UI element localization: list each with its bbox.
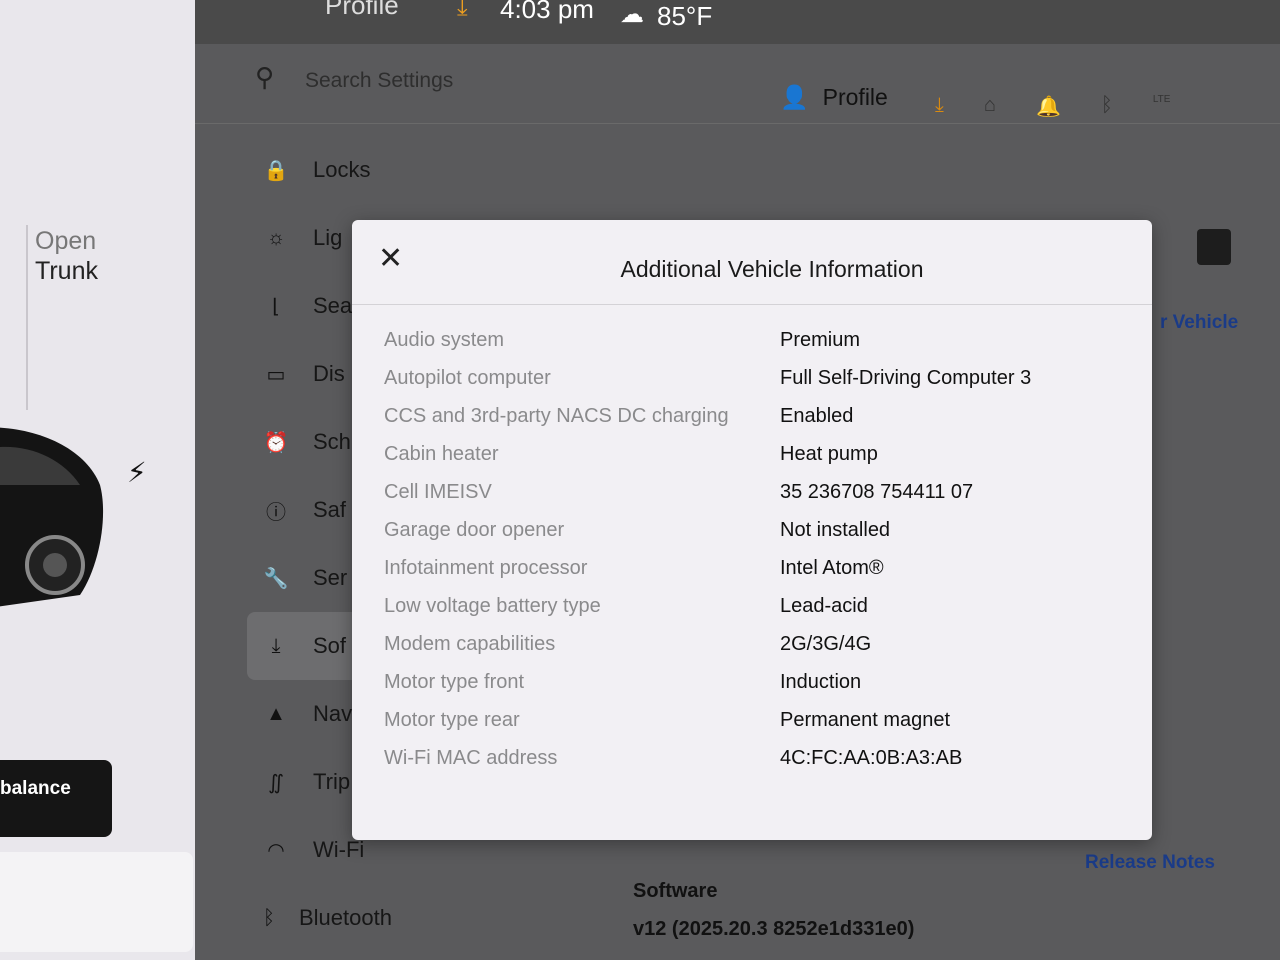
car-image bbox=[0, 427, 104, 607]
open-trunk-button[interactable]: Open Trunk bbox=[35, 226, 98, 286]
info-row: Modem capabilities 2G/3G/4G bbox=[384, 632, 1124, 656]
search-bar: ⚲ 👤 Profile ⤓ ⌂ 🔔 ᛒ LTE bbox=[195, 44, 1280, 124]
nav-label: Sea bbox=[313, 293, 353, 318]
info-value: Heat pump bbox=[780, 443, 878, 465]
info-label: Wi-Fi MAC address bbox=[384, 747, 558, 769]
weather-cloud-icon: ☁ bbox=[620, 1, 644, 28]
nav-label: Lig bbox=[313, 225, 343, 250]
seat-icon: ⌊ bbox=[272, 295, 280, 318]
info-row: Autopilot computer Full Self-Driving Comp… bbox=[384, 366, 1124, 390]
nav-label: Sch bbox=[313, 429, 351, 454]
software-label: Software bbox=[633, 880, 718, 902]
lte-signal-icon: LTE bbox=[1152, 94, 1171, 105]
download-icon[interactable]: ⤓ bbox=[457, 0, 468, 22]
nav-label: Saf bbox=[313, 497, 347, 522]
info-value: Lead-acid bbox=[780, 595, 868, 617]
info-value: Intel Atom® bbox=[780, 557, 884, 579]
info-label: Cell IMEISV bbox=[384, 481, 492, 503]
bluetooth-icon[interactable]: ᛒ bbox=[1101, 94, 1113, 119]
info-row: Audio system Premium bbox=[384, 328, 1124, 352]
info-label: Motor type front bbox=[384, 671, 525, 693]
info-value: Permanent magnet bbox=[780, 709, 951, 731]
info-row: Wi-Fi MAC address 4C:FC:AA:0B:A3:AB bbox=[384, 746, 1124, 770]
info-label: CCS and 3rd-party NACS DC charging bbox=[384, 405, 729, 427]
nav-label: Ser bbox=[313, 565, 348, 590]
nav-label: Locks bbox=[313, 157, 371, 182]
nav-label: Sof bbox=[313, 633, 347, 658]
info-value: 2G/3G/4G bbox=[780, 633, 872, 655]
balance-button[interactable]: balance bbox=[0, 760, 112, 837]
info-value: Enabled bbox=[780, 405, 854, 427]
status-bar: Profile ⤓ 4:03 pm ☁ 85°F bbox=[195, 0, 1280, 44]
modal-title: Additional Vehicle Information bbox=[620, 256, 924, 282]
search-input[interactable] bbox=[305, 66, 605, 96]
alert-icon: ⓘ bbox=[266, 501, 286, 524]
trunk-label: Trunk bbox=[35, 257, 98, 285]
nav-label: Trip bbox=[313, 769, 351, 794]
navigation-icon: ▲ bbox=[266, 702, 286, 725]
download-icon[interactable]: ⤓ bbox=[935, 94, 944, 119]
profile-label: Profile bbox=[822, 84, 888, 110]
info-row: Garage door opener Not installed bbox=[384, 518, 1124, 542]
nav-label: Bluetooth bbox=[299, 905, 392, 930]
info-label: Infotainment processor bbox=[384, 557, 588, 579]
panel-divider bbox=[26, 225, 28, 410]
open-label: Open bbox=[35, 227, 97, 255]
info-value: 4C:FC:AA:0B:A3:AB bbox=[780, 747, 963, 769]
nav-item-bluetooth[interactable]: ᛒ Bluetooth bbox=[247, 884, 392, 952]
lock-icon: 🔒 bbox=[263, 159, 289, 182]
info-value: Induction bbox=[780, 671, 862, 693]
download-icon: ⤓ bbox=[271, 634, 281, 657]
bluetooth-icon: ᛒ bbox=[263, 906, 275, 929]
wrench-icon: 🔧 bbox=[263, 567, 289, 590]
status-profile[interactable]: Profile bbox=[325, 0, 399, 21]
info-row: Cell IMEISV 35 236708 754411 07 bbox=[384, 480, 1124, 504]
person-icon: 👤 bbox=[780, 84, 809, 110]
vehicle-info-modal: ✕ Additional Vehicle Information Audio s… bbox=[352, 220, 1152, 840]
info-label: Cabin heater bbox=[384, 443, 499, 465]
info-row: Infotainment processor Intel Atom® bbox=[384, 556, 1124, 580]
profile-button[interactable]: 👤 Profile bbox=[780, 84, 888, 111]
info-label: Modem capabilities bbox=[384, 633, 556, 655]
info-row: Motor type rear Permanent magnet bbox=[384, 708, 1124, 732]
bell-icon[interactable]: 🔔 bbox=[1036, 94, 1061, 119]
info-label: Low voltage battery type bbox=[384, 595, 601, 617]
info-label: Autopilot computer bbox=[384, 367, 551, 389]
vehicle-link[interactable]: r Vehicle bbox=[1160, 312, 1238, 334]
info-value: 35 236708 754411 07 bbox=[780, 481, 974, 503]
car-panel: Open Trunk ⚡ balance bbox=[0, 0, 212, 960]
info-table: Audio system Premium Autopilot computer Fu… bbox=[384, 328, 1124, 784]
wifi-icon: ◠ bbox=[267, 839, 285, 862]
modal-divider bbox=[352, 304, 1152, 305]
temperature: 85°F bbox=[657, 1, 713, 31]
nav-item-locks[interactable]: 🔒 Locks bbox=[247, 136, 377, 204]
home-icon[interactable]: ⌂ bbox=[984, 94, 996, 119]
info-value: Full Self-Driving Computer 3 bbox=[780, 367, 1032, 389]
sun-icon: ☼ bbox=[266, 226, 286, 249]
nav-label: Wi-Fi bbox=[313, 837, 365, 862]
software-version: v12 (2025.20.3 8252e1d331e0) bbox=[633, 918, 915, 940]
header-icons: ⤓ ⌂ 🔔 ᛒ LTE bbox=[935, 94, 1170, 119]
info-row: Motor type front Induction bbox=[384, 670, 1124, 694]
panel-card bbox=[0, 852, 193, 952]
info-row: Cabin heater Heat pump bbox=[384, 442, 1124, 466]
nav-label: Nav bbox=[313, 701, 353, 726]
trips-icon: ∬ bbox=[268, 771, 284, 794]
charge-bolt-icon: ⚡ bbox=[127, 457, 147, 488]
alarm-icon: ⏰ bbox=[263, 431, 289, 454]
display-icon: ▭ bbox=[266, 363, 286, 386]
info-row: Low voltage battery type Lead-acid bbox=[384, 594, 1124, 618]
info-label: Garage door opener bbox=[384, 519, 565, 541]
release-notes-link[interactable]: Release Notes bbox=[1085, 852, 1215, 874]
clock: 4:03 pm bbox=[500, 0, 594, 24]
info-label: Audio system bbox=[384, 329, 505, 351]
info-value: Not installed bbox=[780, 519, 891, 541]
nav-label: Dis bbox=[313, 361, 345, 386]
info-value: Premium bbox=[780, 329, 861, 351]
search-icon: ⚲ bbox=[255, 62, 275, 92]
vehicle-thumbnail bbox=[1197, 229, 1231, 265]
info-row: CCS and 3rd-party NACS DC charging Enable… bbox=[384, 404, 1124, 428]
info-label: Motor type rear bbox=[384, 709, 520, 731]
